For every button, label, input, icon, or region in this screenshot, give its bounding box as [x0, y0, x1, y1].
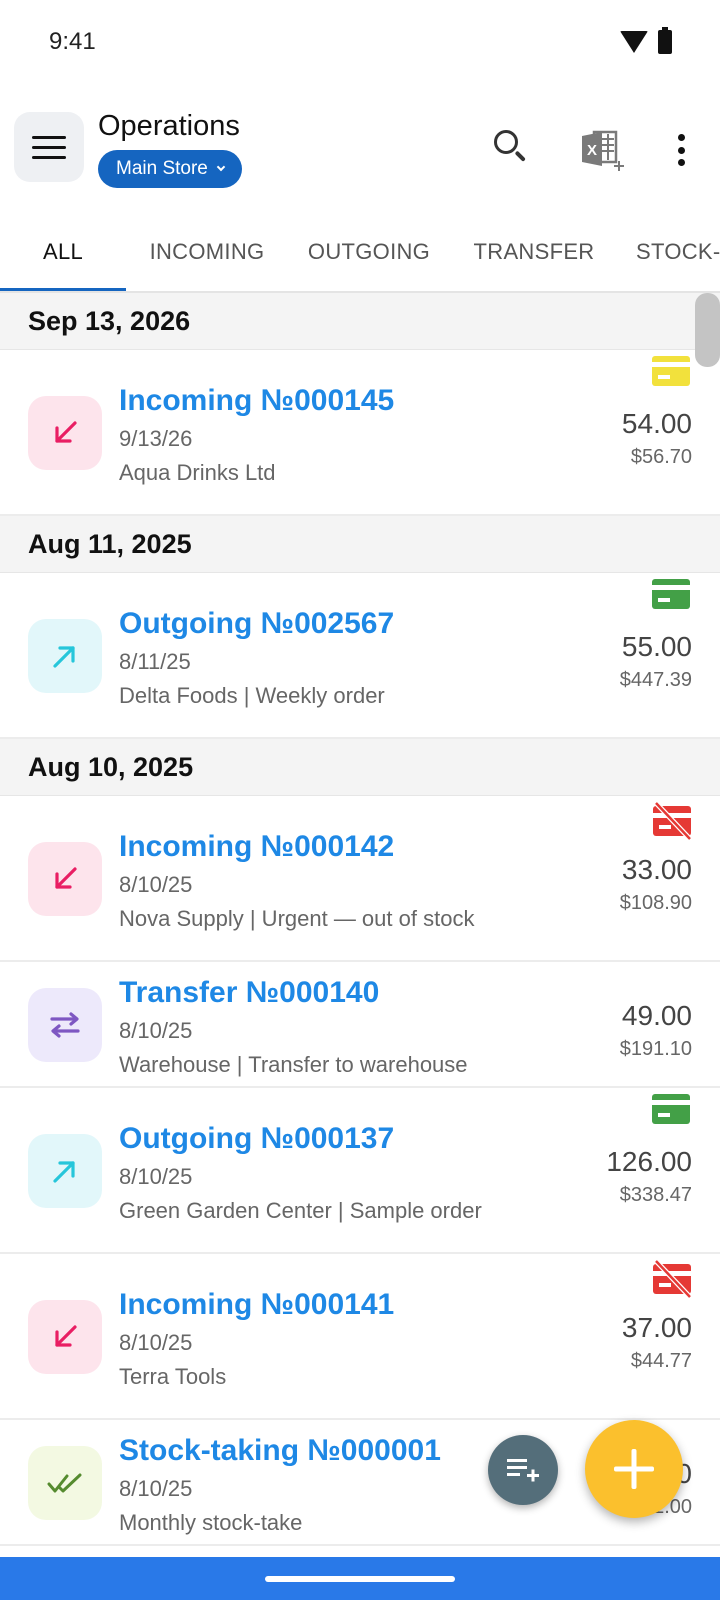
more-options-button[interactable] [666, 130, 696, 170]
paid-card-icon [652, 579, 690, 609]
paid-card-icon [652, 356, 690, 386]
transfer-arrows-icon [28, 988, 102, 1062]
operation-quantity: 49.00 [621, 1000, 692, 1031]
search-icon [494, 130, 518, 154]
status-bar: 9:41 [0, 0, 720, 90]
operation-quantity: 54.00 [621, 408, 692, 439]
arrow-down-left-icon [28, 1300, 102, 1374]
operation-sum: $108.90 [619, 892, 692, 914]
operation-date: 8/10/25 [119, 1164, 193, 1189]
playlist-add-icon [507, 1459, 539, 1482]
chevron-down-icon [216, 162, 226, 172]
tab-outgoing[interactable]: OUTGOING [296, 212, 442, 292]
operation-quantity: 33.00 [621, 854, 692, 885]
double-check-icon [28, 1446, 102, 1520]
operation-date: 8/10/25 [119, 1330, 193, 1355]
excel-export-icon: X [582, 130, 624, 171]
operation-quantity: 126.00 [606, 1146, 692, 1177]
operations-list[interactable]: Sep 13, 2026 Incoming №000145 9/13/26 Aqua … [0, 293, 720, 1557]
home-gesture-handle[interactable] [265, 1576, 455, 1582]
system-navigation-bar [0, 1557, 720, 1600]
operation-sum: $191.10 [619, 1038, 692, 1060]
excel-export-button[interactable]: X [580, 126, 628, 174]
paid-card-icon [652, 1094, 690, 1124]
operation-title: Incoming №000145 [119, 384, 395, 417]
status-icons [620, 27, 672, 54]
date-group-header: Aug 10, 2025 [0, 739, 720, 796]
operation-date: 8/10/25 [119, 1476, 193, 1501]
menu-button[interactable] [14, 112, 84, 182]
arrow-up-right-icon [28, 1134, 102, 1208]
operation-sum: $447.39 [619, 669, 692, 691]
hamburger-menu-icon [32, 135, 66, 139]
more-vertical-icon [677, 134, 685, 141]
operation-date: 8/10/25 [119, 1018, 193, 1043]
search-button[interactable] [490, 128, 530, 168]
unpaid-card-icon [652, 1259, 692, 1299]
unpaid-card-icon [652, 801, 692, 841]
operation-row[interactable]: Outgoing №002567 8/11/25 Delta Foods | Wee… [0, 573, 720, 739]
operation-date: 9/13/26 [119, 426, 193, 451]
playlist-add-button[interactable] [488, 1435, 558, 1505]
tab-stocktaking[interactable]: STOCK- [636, 212, 720, 292]
tab-transfer[interactable]: TRANSFER [460, 212, 608, 292]
operation-row[interactable]: Incoming №000142 8/10/25 Nova Supply | Urg… [0, 796, 720, 962]
operation-description: Aqua Drinks Ltd [119, 460, 276, 485]
store-label: Main Store [116, 158, 208, 179]
operation-title: Incoming №000142 [119, 830, 395, 863]
operation-title: Outgoing №000137 [119, 1122, 395, 1155]
plus-icon [614, 1449, 654, 1489]
operation-date: 8/10/25 [119, 872, 193, 897]
arrow-up-right-icon [28, 619, 102, 693]
operation-description: Monthly stock-take [119, 1510, 303, 1535]
operation-quantity: 37.00 [621, 1312, 692, 1343]
operation-row[interactable]: Incoming №000141 8/10/25 Terra Tools 37.00 $… [0, 1254, 720, 1420]
app-bar: Operations Main Store X [0, 100, 720, 200]
date-group-header: Sep 13, 2026 [0, 293, 720, 350]
operation-description: Delta Foods | Weekly order [119, 683, 385, 708]
tab-bar: ALL INCOMING OUTGOING TRANSFER STOCK- [0, 212, 720, 292]
status-time: 9:41 [49, 28, 96, 55]
operation-sum: $56.70 [630, 446, 692, 468]
operation-row[interactable]: Transfer №000140 8/10/25 Warehouse | Trans… [0, 962, 720, 1088]
operation-row[interactable]: Incoming №000145 9/13/26 Aqua Drinks Ltd 54… [0, 350, 720, 516]
operation-description: Nova Supply | Urgent — out of stock [119, 906, 475, 931]
operation-description: Green Garden Center | Sample order [119, 1198, 482, 1223]
arrow-down-left-icon [28, 842, 102, 916]
svg-text:X: X [587, 142, 597, 159]
operation-title: Incoming №000141 [119, 1288, 395, 1321]
operation-sum: $44.77 [630, 1350, 692, 1372]
wifi-icon [620, 31, 648, 53]
tab-incoming[interactable]: INCOMING [138, 212, 276, 292]
arrow-down-left-icon [28, 396, 102, 470]
operation-date: 8/11/25 [119, 649, 191, 674]
operation-row[interactable]: Outgoing №000137 8/10/25 Green Garden Cent… [0, 1088, 720, 1254]
page-title: Operations [98, 110, 240, 142]
operation-description: Warehouse | Transfer to warehouse [119, 1052, 468, 1077]
operation-title: Outgoing №002567 [119, 607, 395, 640]
tab-all[interactable]: ALL [0, 212, 126, 292]
add-operation-button[interactable] [585, 1420, 683, 1518]
operation-description: Terra Tools [119, 1364, 227, 1389]
store-selector[interactable]: Main Store [98, 150, 242, 188]
date-group-header: Aug 11, 2025 [0, 516, 720, 573]
operation-title: Transfer №000140 [119, 976, 380, 1009]
operation-quantity: 55.00 [621, 631, 692, 662]
operation-title: Stock-taking №000001 [119, 1434, 441, 1467]
scrollbar-thumb[interactable] [695, 293, 720, 367]
battery-icon [658, 27, 672, 54]
operation-sum: $338.47 [619, 1184, 692, 1206]
